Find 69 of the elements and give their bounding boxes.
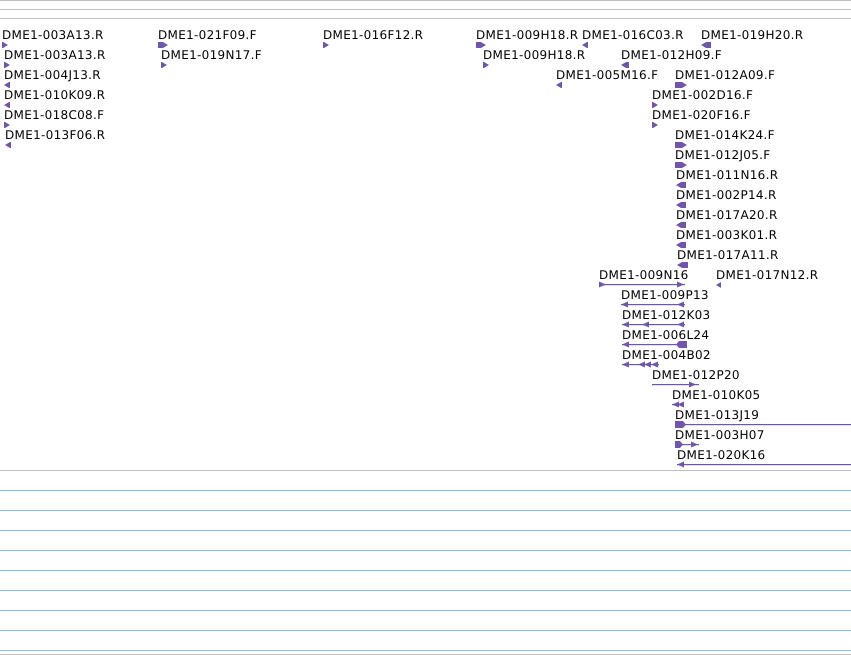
feature-label: DME1-021F09.F [158,28,257,42]
feature-arrow-icon [5,142,11,148]
feature-label: DME1-003A13.R [2,28,104,42]
feature-label: DME1-003K01.R [676,228,778,242]
feature-label: DME1-003H07 [675,428,765,442]
feature-label: DME1-009H18.R [476,28,578,42]
feature-label: DME1-010K09.R [4,88,106,102]
feature-arrow-icon [556,82,562,88]
feature-arrow-icon [676,242,686,248]
feature-track-drawing [622,361,659,368]
feature-label: DME1-002P14.R [676,188,777,202]
feature-arrow-icon [652,102,658,108]
feature-label: DME1-005M16.F [556,68,658,82]
feature-track-drawing [652,381,699,388]
feature-label: DME1-003A13.R [4,48,106,62]
feature-arrow-icon [4,102,10,108]
feature-label: DME1-020F16.F [652,108,751,122]
feature-label: DME1-014K24.F [675,128,775,142]
feature-arrow-icon [4,82,10,88]
feature-label: DME1-012H09.F [621,48,722,62]
feature-arrow-icon [676,182,686,188]
feature-label: DME1-010K05 [672,388,760,402]
feature-label: DME1-004J13.R [4,68,101,82]
feature-label: DME1-019N17.F [161,48,262,62]
feature-arrow-icon [652,122,658,128]
feature-arrow-icon [675,82,687,88]
feature-label: DME1-011N16.R [676,168,778,182]
feature-label: DME1-017N12.R [716,268,818,282]
feature-label: DME1-012P20 [652,368,740,382]
feature-arrow-icon [621,62,629,68]
feature-label: DME1-009N16 [599,268,689,282]
feature-label: DME1-004B02 [622,348,711,362]
feature-arrow-icon [2,42,8,48]
feature-label: DME1-013F06.R [5,128,106,142]
feature-arrow-icon [676,222,686,228]
feature-arrow-icon [4,122,10,128]
feature-arrow-icon [677,262,688,268]
feature-arrow-icon [323,42,329,48]
feature-label: DME1-012K03 [622,308,710,322]
feature-arrow-icon [4,62,10,68]
feature-label: DME1-016C03.R [582,28,684,42]
feature-arrow-icon [161,62,167,68]
feature-arrow-icon [158,42,168,48]
feature-track-drawing [622,321,685,328]
feature-label: DME1-013J19 [675,408,760,422]
feature-label: DME1-012A09.F [675,68,776,82]
feature-track-drawing [621,301,685,308]
feature-arrow-icon [675,142,687,148]
feature-label: DME1-017A11.R [677,248,779,262]
feature-arrow-icon [483,62,489,68]
feature-label: DME1-006L24 [622,328,710,342]
feature-label: DME1-019H20.R [701,28,804,42]
feature-track-drawing [672,401,684,408]
feature-label: DME1-009P13 [621,288,709,302]
feature-label: DME1-002D16.F [652,88,754,102]
feature-label: DME1-017A20.R [676,208,778,222]
feature-label: DME1-020K16 [677,448,766,462]
feature-arrow-icon [701,42,711,48]
feature-label: DME1-018C08.F [4,108,104,122]
feature-label: DME1-009H18.R [483,48,586,62]
feature-arrow-icon [476,42,486,48]
feature-arrow-icon [675,162,687,168]
feature-arrow-icon [676,202,686,208]
feature-track-drawing [675,441,699,448]
feature-label: DME1-016F12.R [323,28,424,42]
feature-arrow-icon [716,282,721,288]
feature-arrow-icon [582,42,588,48]
feature-track-drawing [622,341,687,348]
feature-label: DME1-012J05.F [675,148,770,162]
